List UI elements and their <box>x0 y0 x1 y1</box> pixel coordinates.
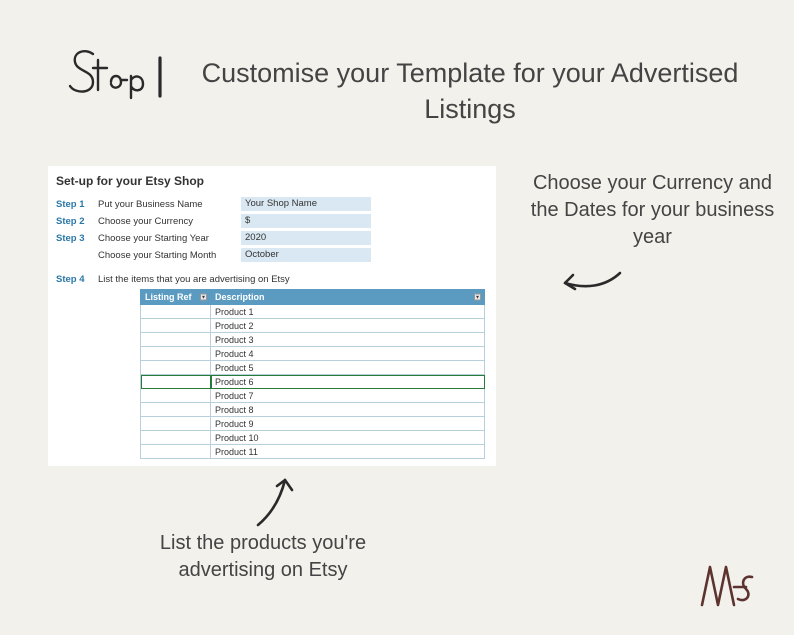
spreadsheet-title: Set-up for your Etsy Shop <box>54 174 490 188</box>
listing-ref-cell[interactable] <box>141 431 211 445</box>
callout-currency-dates: Choose your Currency and the Dates for y… <box>530 170 775 251</box>
filter-dropdown-icon[interactable]: ▾ <box>200 294 207 301</box>
starting-year-field[interactable]: 2020 <box>241 231 371 245</box>
description-cell[interactable]: Product 8 <box>211 403 485 417</box>
column-header-listing-ref[interactable]: Listing Ref ▾ <box>141 290 211 305</box>
header-text: Listing Ref <box>145 292 192 302</box>
page-title: Customise your Template for your Adverti… <box>170 55 770 128</box>
description-cell[interactable]: Product 9 <box>211 417 485 431</box>
step-label-text: Choose your Currency <box>96 216 241 227</box>
step-label-text: Choose your Starting Year <box>96 233 241 244</box>
step-num: Step 3 <box>54 233 96 244</box>
step-label-text: Choose your Starting Month <box>96 250 241 261</box>
description-cell[interactable]: Product 7 <box>211 389 485 403</box>
setup-row: Step 4 List the items that you are adver… <box>54 274 490 285</box>
listing-ref-cell[interactable] <box>141 319 211 333</box>
listing-ref-cell[interactable] <box>141 361 211 375</box>
step-label <box>65 40 175 115</box>
step-num: Step 2 <box>54 216 96 227</box>
table-row: Product 6 <box>141 375 485 389</box>
table-row: Product 5 <box>141 361 485 375</box>
table-row: Product 4 <box>141 347 485 361</box>
arrow-up-icon <box>250 470 300 530</box>
listing-ref-cell[interactable] <box>141 375 211 389</box>
step-num: Step 4 <box>54 274 96 285</box>
brand-logo <box>694 557 764 617</box>
step-label-text: List the items that you are advertising … <box>96 274 290 285</box>
table-row: Product 3 <box>141 333 485 347</box>
filter-dropdown-icon[interactable]: ▾ <box>474 294 481 301</box>
table-row: Product 7 <box>141 389 485 403</box>
table-row: Product 11 <box>141 445 485 459</box>
business-name-field[interactable]: Your Shop Name <box>241 197 371 211</box>
callout-list-products: List the products you're advertising on … <box>128 530 398 584</box>
step-num: Step 1 <box>54 199 96 210</box>
description-cell[interactable]: Product 1 <box>211 305 485 319</box>
setup-row: Step 2 Choose your Currency $ <box>54 213 490 229</box>
table-row: Product 2 <box>141 319 485 333</box>
listings-table: Listing Ref ▾ Description ▾ Product 1Pro… <box>140 289 485 459</box>
listing-ref-cell[interactable] <box>141 347 211 361</box>
setup-row: Choose your Starting Month October <box>54 247 490 263</box>
table-row: Product 9 <box>141 417 485 431</box>
currency-field[interactable]: $ <box>241 214 371 228</box>
table-row: Product 10 <box>141 431 485 445</box>
header-text: Description <box>215 292 265 302</box>
listing-ref-cell[interactable] <box>141 305 211 319</box>
setup-row: Step 1 Put your Business Name Your Shop … <box>54 196 490 212</box>
listing-ref-cell[interactable] <box>141 333 211 347</box>
listing-ref-cell[interactable] <box>141 417 211 431</box>
description-cell[interactable]: Product 6 <box>211 375 485 389</box>
arrow-left-icon <box>555 265 625 295</box>
description-cell[interactable]: Product 10 <box>211 431 485 445</box>
description-cell[interactable]: Product 5 <box>211 361 485 375</box>
table-row: Product 8 <box>141 403 485 417</box>
setup-row: Step 3 Choose your Starting Year 2020 <box>54 230 490 246</box>
description-cell[interactable]: Product 4 <box>211 347 485 361</box>
table-row: Product 1 <box>141 305 485 319</box>
listing-ref-cell[interactable] <box>141 445 211 459</box>
spreadsheet-panel: Set-up for your Etsy Shop Step 1 Put you… <box>48 166 496 466</box>
description-cell[interactable]: Product 11 <box>211 445 485 459</box>
step-label-text: Put your Business Name <box>96 199 241 210</box>
description-cell[interactable]: Product 3 <box>211 333 485 347</box>
description-cell[interactable]: Product 2 <box>211 319 485 333</box>
column-header-description[interactable]: Description ▾ <box>211 290 485 305</box>
listing-ref-cell[interactable] <box>141 403 211 417</box>
listing-ref-cell[interactable] <box>141 389 211 403</box>
starting-month-field[interactable]: October <box>241 248 371 262</box>
